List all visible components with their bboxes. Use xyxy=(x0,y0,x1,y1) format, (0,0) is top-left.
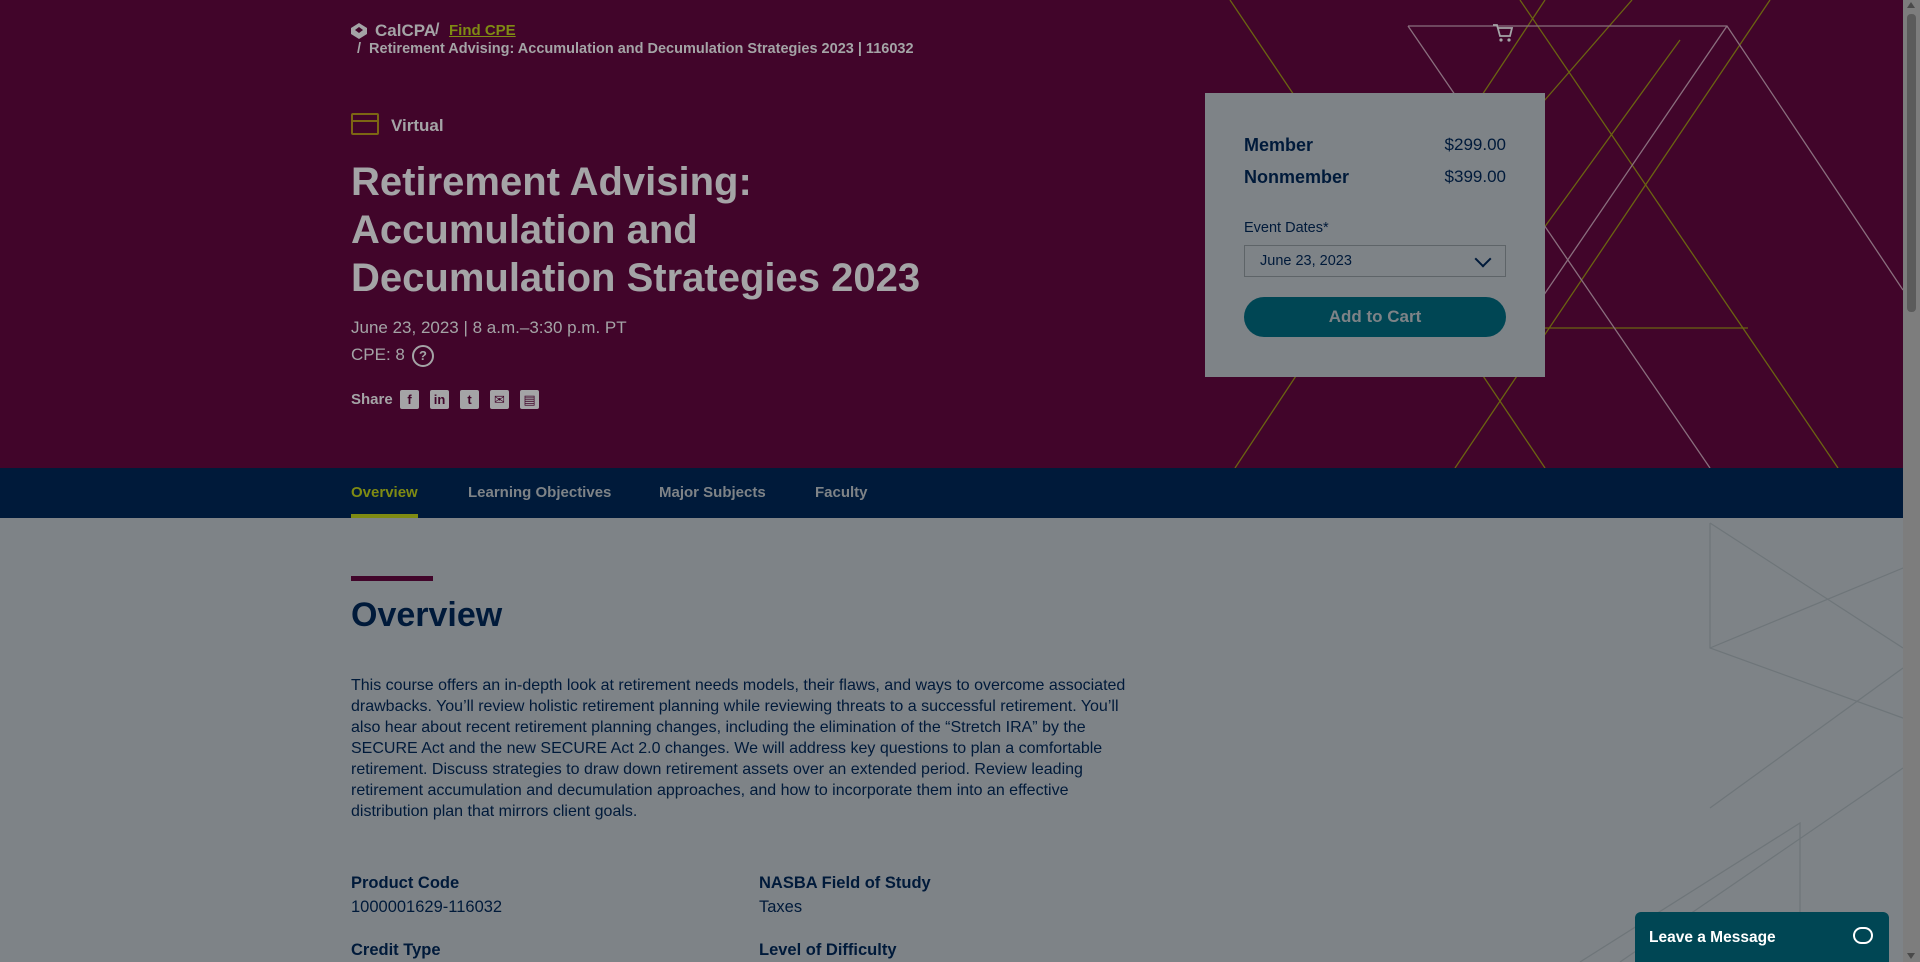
main-content: Overview This course offers an in-depth … xyxy=(0,518,1903,962)
scroll-thumb[interactable] xyxy=(1907,14,1916,312)
credit-type-label: Credit Type xyxy=(351,941,441,959)
format-label: Virtual xyxy=(391,116,444,135)
cart-icon[interactable] xyxy=(1492,23,1514,43)
chevron-down-icon xyxy=(1474,250,1492,268)
scroll-down-arrow-icon[interactable] xyxy=(1907,953,1915,959)
add-to-cart-button[interactable]: Add to Cart xyxy=(1244,297,1506,337)
member-label: Member xyxy=(1244,135,1314,155)
breadcrumb-current-label: Retirement Advising: Accumulation and De… xyxy=(369,41,914,57)
linkedin-icon[interactable]: in xyxy=(430,390,449,409)
event-date-select[interactable]: June 23, 2023 xyxy=(1244,245,1506,277)
email-icon[interactable]: ✉ xyxy=(490,390,509,409)
hero-banner: CalCPA / Find CPE / Retirement Advising: … xyxy=(0,0,1903,468)
overview-heading: Overview xyxy=(351,596,503,634)
event-dates-label: Event Dates* xyxy=(1244,220,1329,236)
difficulty-label: Level of Difficulty xyxy=(759,941,897,959)
product-code-label: Product Code xyxy=(351,874,460,892)
breadcrumb-current: / Retirement Advising: Accumulation and D… xyxy=(357,41,914,57)
course-title: Retirement Advising: Accumulation and De… xyxy=(351,160,921,300)
print-icon[interactable]: ▤ xyxy=(520,390,539,409)
tab-faculty[interactable]: Faculty xyxy=(815,484,868,501)
facebook-icon[interactable]: f xyxy=(400,390,419,409)
share-label: Share xyxy=(351,391,393,408)
pricing-card: Member $299.00 Nonmember $399.00 Event D… xyxy=(1205,93,1545,377)
section-tabs: Overview Learning Objectives Major Subje… xyxy=(0,468,1903,518)
nonmember-label: Nonmember xyxy=(1244,167,1350,187)
field-of-study-label: NASBA Field of Study xyxy=(759,874,931,892)
tab-overview[interactable]: Overview xyxy=(351,484,418,501)
product-code-value: 1000001629-116032 xyxy=(351,898,503,916)
calcpa-logo-icon xyxy=(351,23,367,39)
field-of-study-value: Taxes xyxy=(759,898,803,916)
member-price: $299.00 xyxy=(1444,135,1506,154)
nonmember-price-row: Nonmember $399.00 xyxy=(1244,167,1506,191)
event-date-value: June 23, 2023 xyxy=(1260,253,1352,269)
cpe-credits: CPE: 8 xyxy=(351,345,405,364)
breadcrumb-separator: / xyxy=(357,41,362,57)
breadcrumb-link-find-cpe[interactable]: Find CPE xyxy=(449,22,516,39)
tab-major-subjects[interactable]: Major Subjects xyxy=(659,484,766,501)
twitter-icon[interactable]: t xyxy=(460,390,479,409)
chat-bubble-icon xyxy=(1853,927,1873,944)
nonmember-price: $399.00 xyxy=(1444,167,1506,186)
course-dates: June 23, 2023 | 8 a.m.–3:30 p.m. PT xyxy=(351,318,627,337)
chat-label: Leave a Message xyxy=(1649,929,1776,946)
section-accent-bar xyxy=(351,576,433,581)
breadcrumb-brand[interactable]: CalCPA xyxy=(375,21,436,41)
help-icon[interactable]: ? xyxy=(412,345,434,367)
page-scrollbar[interactable] xyxy=(1903,0,1920,962)
scroll-up-arrow-icon[interactable] xyxy=(1907,2,1915,8)
leave-message-widget[interactable]: Leave a Message xyxy=(1635,912,1889,962)
tab-learning-objectives[interactable]: Learning Objectives xyxy=(468,484,611,501)
overview-description: This course offers an in-depth look at r… xyxy=(351,677,1126,820)
virtual-icon xyxy=(351,113,379,135)
member-price-row: Member $299.00 xyxy=(1244,135,1506,159)
breadcrumb-separator: / xyxy=(435,21,440,38)
